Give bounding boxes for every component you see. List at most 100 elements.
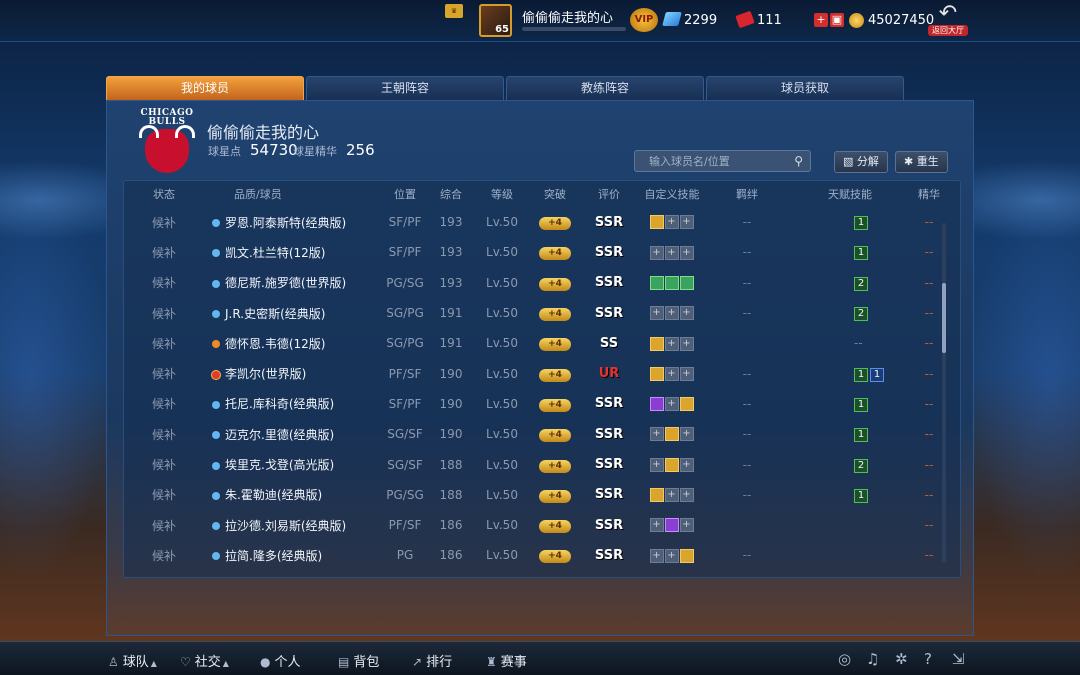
skill-slot[interactable]: + [649,518,664,533]
table-row[interactable]: 候补 罗恩.阿泰斯特(经典版) SF/PF 193 Lv.50 +4 SSR +… [124,207,960,237]
scrollbar-thumb[interactable] [942,283,946,353]
table-row[interactable]: 候补 朱.霍勒迪(经典版) PG/SG 188 Lv.50 +4 SSR + + … [124,480,960,510]
row-player[interactable]: 托尼.库科奇(经典版) [204,395,384,412]
talent-level-badge[interactable]: 1 [854,428,868,443]
skill-slot[interactable] [679,548,694,563]
header-talent[interactable]: 天赋技能 [786,186,896,202]
vip-crown-icon[interactable]: ♛ [445,4,463,18]
table-row[interactable]: 候补 迈克尔.里德(经典版) SG/SF 190 Lv.50 +4 SSR + +… [124,419,960,449]
music-icon[interactable]: ♫ [866,650,879,668]
nav-bag[interactable]: ▤ 背包 [338,651,379,670]
tab-player-acquire[interactable]: 球员获取 [706,76,904,100]
vip-badge[interactable]: VIP [630,8,658,32]
skill-slot[interactable] [664,518,679,533]
skill-slot[interactable] [649,366,664,381]
nav-social[interactable]: ♡ 社交 ▲ [180,651,233,670]
back-to-lobby-button[interactable]: ↶ 返回大厅 [928,3,968,39]
skill-slot[interactable]: + [664,366,679,381]
tab-coach-lineup[interactable]: 教练阵容 [506,76,704,100]
skill-slot[interactable]: + [664,215,679,230]
talent-level-badge[interactable]: 1 [854,397,868,412]
row-player[interactable]: 拉沙德.刘易斯(经典版) [204,517,384,534]
row-player[interactable]: 德尼斯.施罗德(世界版) [204,274,384,291]
header-overall[interactable]: 综合 [426,186,476,202]
skill-slot[interactable]: + [679,457,694,472]
add-icon[interactable]: + [814,13,828,27]
talent-level-badge[interactable]: 1 [854,216,868,231]
header-status[interactable]: 状态 [124,186,204,202]
nav-ranking[interactable]: ↗ 排行 [412,651,452,670]
skill-slot[interactable]: + [649,457,664,472]
table-row[interactable]: 候补 德怀恩.韦德(12版) SG/PG 191 Lv.50 +4 SS + + … [124,328,960,358]
skill-slot[interactable]: + [679,245,694,260]
nav-events[interactable]: ♜ 赛事 [486,651,527,670]
skill-slot[interactable]: + [679,366,694,381]
skill-slot[interactable]: + [679,488,694,503]
table-row[interactable]: 候补 凯文.杜兰特(12版) SF/PF 193 Lv.50 +4 SSR + +… [124,237,960,267]
skill-slot[interactable]: + [664,245,679,260]
gift-icon[interactable]: ▣ [830,13,844,27]
talent-level-badge[interactable]: 2 [854,307,868,322]
player-search-input[interactable] [635,151,785,171]
skill-slot[interactable] [664,457,679,472]
skill-slot[interactable]: + [649,306,664,321]
row-player[interactable]: 凯文.杜兰特(12版) [204,244,384,261]
skill-slot[interactable]: + [649,548,664,563]
talent-level-badge[interactable]: 1 [854,246,868,261]
skill-slot[interactable]: + [664,548,679,563]
row-player[interactable]: J.R.史密斯(经典版) [204,305,384,322]
talent-level-badge[interactable]: 1 [870,367,884,382]
reborn-button[interactable]: ✱ 重生 [895,151,948,173]
tab-my-players[interactable]: 我的球员 [106,76,304,100]
skill-slot[interactable] [649,275,664,290]
skill-slot[interactable]: + [679,336,694,351]
header-level[interactable]: 等级 [476,186,528,202]
help-icon[interactable]: ? [924,650,932,668]
header-essence[interactable]: 精华 [896,186,960,202]
settings-icon[interactable]: ✲ [895,650,908,668]
table-row[interactable]: 候补 德尼斯.施罗德(世界版) PG/SG 193 Lv.50 +4 SSR -… [124,268,960,298]
header-rating[interactable]: 评价 [582,186,636,202]
skill-slot[interactable]: + [649,245,664,260]
exit-icon[interactable]: ⇲ [952,650,965,668]
skill-slot[interactable] [649,336,664,351]
skill-slot[interactable]: + [679,215,694,230]
skill-slot[interactable]: + [679,306,694,321]
row-player[interactable]: 拉简.隆多(经典版) [204,547,384,564]
header-position[interactable]: 位置 [384,186,426,202]
skill-slot[interactable]: + [649,427,664,442]
skill-slot[interactable]: + [664,336,679,351]
search-icon[interactable]: ⚲ [794,154,803,168]
skill-slot[interactable] [649,397,664,412]
talent-level-badge[interactable]: 2 [854,276,868,291]
row-player[interactable]: 李凯尔(世界版) [204,365,384,382]
skill-slot[interactable] [664,275,679,290]
skill-slot[interactable]: + [679,518,694,533]
row-player[interactable]: 迈克尔.里德(经典版) [204,426,384,443]
skill-slot[interactable] [679,275,694,290]
table-row[interactable]: 候补 拉沙德.刘易斯(经典版) PF/SF 186 Lv.50 +4 SSR +… [124,510,960,540]
skill-slot[interactable]: + [664,488,679,503]
skill-slot[interactable]: + [664,306,679,321]
support-icon[interactable]: ◎ [838,650,851,668]
skill-slot[interactable]: + [664,397,679,412]
tab-dynasty-lineup[interactable]: 王朝阵容 [306,76,504,100]
nav-personal[interactable]: ● 个人 [260,651,301,670]
header-custom-skills[interactable]: 自定义技能 [636,186,708,202]
skill-slot[interactable] [649,488,664,503]
header-breakthrough[interactable]: 突破 [528,186,582,202]
player-avatar[interactable]: 65 [479,4,512,37]
skill-slot[interactable] [679,397,694,412]
row-player[interactable]: 罗恩.阿泰斯特(经典版) [204,214,384,231]
decompose-button[interactable]: ▧ 分解 [834,151,888,173]
row-player[interactable]: 德怀恩.韦德(12版) [204,335,384,352]
header-player[interactable]: 品质/球员 [204,186,384,202]
table-row[interactable]: 候补 李凯尔(世界版) PF/SF 190 Lv.50 +4 UR + + -- … [124,358,960,388]
skill-slot[interactable] [649,215,664,230]
table-row[interactable]: 候补 拉简.隆多(经典版) PG 186 Lv.50 +4 SSR + + -- … [124,540,960,570]
table-row[interactable]: 候补 J.R.史密斯(经典版) SG/PG 191 Lv.50 +4 SSR +… [124,298,960,328]
header-bond[interactable]: 羁绊 [708,186,786,202]
skill-slot[interactable]: + [679,427,694,442]
table-row[interactable]: 候补 埃里克.戈登(高光版) SG/SF 188 Lv.50 +4 SSR + +… [124,449,960,479]
row-player[interactable]: 埃里克.戈登(高光版) [204,456,384,473]
